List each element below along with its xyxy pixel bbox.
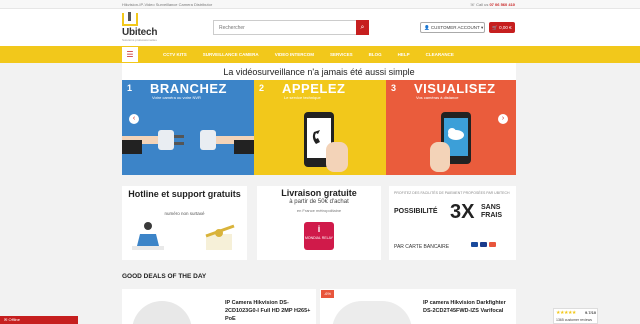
camera-image[interactable] bbox=[332, 301, 412, 324]
site-header: Ubitech Solutions professionnelles ⌕ 👤 C… bbox=[0, 9, 640, 46]
account-label: CUSTOMER ACCOUNT bbox=[430, 25, 480, 30]
user-icon: 👤 bbox=[424, 25, 430, 30]
phone-number[interactable]: ☏ Call us 07 06 560 410 bbox=[470, 2, 515, 7]
nav-item-services[interactable]: SERVICES bbox=[330, 46, 353, 63]
product-card[interactable]: IP Camera Hikvision DS-2CD1023G0-I Full … bbox=[122, 289, 316, 324]
site-logo[interactable]: Ubitech Solutions professionnelles bbox=[122, 12, 170, 43]
mondial-relay-logo: i MONDIAL RELAY bbox=[304, 222, 334, 250]
camera-image[interactable] bbox=[132, 301, 192, 324]
payment-no-fees: SANS FRAIS bbox=[481, 204, 502, 219]
delivery-title: Livraison gratuite bbox=[281, 188, 357, 198]
nav-item-blog[interactable]: BLOG bbox=[369, 46, 382, 63]
main-nav: ☰ CCTV KITS SURVEILLANCE CAMERA VIDEO IN… bbox=[0, 46, 640, 63]
cart-total: 0,00 € bbox=[499, 25, 512, 30]
delivery-note: en France métropolitaine bbox=[296, 208, 342, 213]
search-button[interactable]: ⌕ bbox=[356, 20, 369, 35]
tagline: Hikvision-IP-Video Surveillance Camera D… bbox=[122, 2, 213, 7]
reviews-widget[interactable]: ★★★★★ 9.7/10 1365 customer reviews bbox=[553, 308, 598, 324]
promo-free-delivery[interactable]: Livraison gratuite à partir de 50€ d'ach… bbox=[257, 186, 381, 260]
banner-panel-view: 3 VISUALISEZ Vos caméras à distance bbox=[386, 80, 516, 175]
cloud-phone-illustration bbox=[430, 112, 471, 172]
delivery-subtitle: à partir de 50€ d'achat bbox=[289, 199, 349, 205]
logo-name: Ubitech bbox=[122, 27, 158, 38]
nav-item-cctv-kits[interactable]: CCTV KITS bbox=[163, 46, 187, 63]
search-bar: ⌕ bbox=[213, 20, 369, 35]
promo-hotline[interactable]: Hotline et support gratuits numéro non s… bbox=[122, 186, 247, 260]
cart-button[interactable]: 🛒 0,00 € bbox=[489, 22, 515, 33]
cart-icon: 🛒 bbox=[492, 25, 498, 30]
mastercard-icon bbox=[489, 242, 496, 247]
visa-card-icon bbox=[480, 242, 487, 247]
support-illustration bbox=[132, 222, 235, 250]
search-input[interactable] bbox=[213, 20, 356, 35]
star-rating-icon: ★★★★★ bbox=[556, 310, 576, 316]
discount-badge: -6% bbox=[321, 290, 334, 298]
nav-item-help[interactable]: HELP bbox=[398, 46, 410, 63]
nav-item-clearance[interactable]: CLEARANCE bbox=[426, 46, 454, 63]
relay-label: MONDIAL RELAY bbox=[304, 236, 333, 240]
payment-3x: 3X bbox=[450, 201, 475, 223]
offline-label: Offline bbox=[8, 317, 20, 322]
nav-item-video-intercom[interactable]: VIDEO INTERCOM bbox=[275, 46, 314, 63]
card-logos bbox=[471, 242, 496, 247]
logo-subtitle: Solutions professionnelles bbox=[122, 38, 157, 42]
customer-account-button[interactable]: 👤 CUSTOMER ACCOUNT ▾ bbox=[420, 22, 485, 33]
product-title[interactable]: IP camera Hikvision Darkfighter DS-2CD2T… bbox=[423, 299, 511, 315]
chat-offline-bar[interactable]: ✉ Offline bbox=[0, 316, 78, 324]
top-bar: Hikvision-IP-Video Surveillance Camera D… bbox=[0, 0, 640, 9]
hero-banner[interactable]: La vidéosurveillance n'a jamais été auss… bbox=[122, 63, 516, 175]
review-count: 1365 customer reviews bbox=[556, 318, 592, 322]
banner-next-arrow-icon[interactable]: › bbox=[498, 114, 508, 124]
payment-by-card: PAR CARTE BANCAIRE bbox=[394, 244, 450, 250]
search-icon: ⌕ bbox=[360, 24, 365, 31]
logo-mark-icon bbox=[122, 12, 138, 26]
product-card[interactable]: -6% IP camera Hikvision Darkfighter DS-2… bbox=[320, 289, 516, 324]
deals-title: GOOD DEALS OF THE DAY bbox=[122, 273, 207, 280]
banner-prev-arrow-icon[interactable]: ‹ bbox=[129, 114, 139, 124]
chat-icon: ✉ bbox=[4, 317, 8, 322]
relay-icon: i bbox=[317, 224, 321, 234]
promo-payment[interactable]: PROFITEZ DES FACILITÉS DE PAIEMENT PROPO… bbox=[389, 186, 516, 260]
product-title[interactable]: IP Camera Hikvision DS-2CD1023G0-I Full … bbox=[225, 299, 313, 323]
banner-panel-connect: 1 BRANCHEZ Votre caméra ou votre NVR bbox=[122, 80, 254, 175]
banner-panel-call: 2 APPELEZ Le service technique bbox=[254, 80, 386, 175]
cb-card-icon bbox=[471, 242, 478, 247]
phone-illustration bbox=[304, 112, 348, 172]
banner-headline: La vidéosurveillance n'a jamais été auss… bbox=[223, 67, 415, 77]
payment-headline: PROFITEZ DES FACILITÉS DE PAIEMENT PROPO… bbox=[394, 191, 510, 195]
payment-possibility: POSSIBILITÉ bbox=[394, 208, 438, 215]
plug-illustration bbox=[122, 130, 254, 154]
hamburger-icon[interactable]: ☰ bbox=[122, 47, 138, 62]
nav-item-surveillance-camera[interactable]: SURVEILLANCE CAMERA bbox=[203, 46, 259, 63]
review-score: 9.7/10 bbox=[585, 310, 597, 315]
